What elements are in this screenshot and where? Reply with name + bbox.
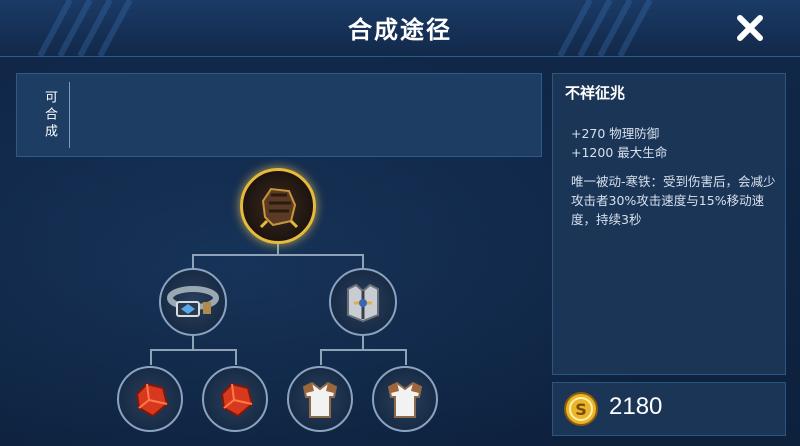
material-node[interactable] <box>287 366 353 432</box>
header-bar: 合成途径 <box>0 0 800 58</box>
stat-line: +270 物理防御 <box>571 126 660 141</box>
item-name: 不祥征兆 <box>565 84 626 102</box>
tree-connector <box>320 349 322 365</box>
item-passive: 唯一被动-寒铁：受到伤害后，会减少攻击者30%攻击速度与15%移动速度，持续3秒 <box>571 174 776 227</box>
component-node[interactable] <box>159 268 227 336</box>
item-main-node[interactable] <box>240 168 316 244</box>
belt-icon <box>167 286 219 317</box>
stat-line: +1200 最大生命 <box>571 145 668 160</box>
close-button[interactable] <box>730 8 770 48</box>
craftable-panel: 可合成 <box>16 73 542 157</box>
close-icon[interactable] <box>734 12 766 44</box>
page-title: 合成途径 <box>348 16 452 44</box>
svg-text:S: S <box>575 400 587 419</box>
cloth-armor-icon <box>302 381 338 418</box>
tree-connector <box>192 336 194 350</box>
tree-connector <box>235 349 237 365</box>
tree-connector <box>362 336 364 350</box>
red-crystal-icon <box>220 382 254 418</box>
tree-connector <box>150 349 152 365</box>
gold-coin-icon: S <box>564 392 598 426</box>
item-price: 2180 <box>609 393 663 420</box>
tree-connector <box>405 349 407 365</box>
recipe-tree <box>0 160 550 446</box>
red-crystal-icon <box>135 382 169 418</box>
fist-armor-icon <box>259 187 299 229</box>
item-stats: +270 物理防御 +1200 最大生命 <box>571 124 667 162</box>
item-description-panel: 不祥征兆 +270 物理防御 +1200 最大生命 唯一被动-寒铁：受到伤害后，… <box>552 73 786 375</box>
component-node[interactable] <box>329 268 397 336</box>
tree-connector <box>150 349 236 351</box>
cloth-armor-icon <box>387 381 423 418</box>
chest-armor-icon <box>347 283 379 323</box>
tree-connector <box>192 254 194 268</box>
material-node[interactable] <box>117 366 183 432</box>
craftable-label: 可合成 <box>29 82 70 148</box>
price-panel: S 2180 <box>552 382 786 436</box>
tree-connector <box>320 349 406 351</box>
material-node[interactable] <box>372 366 438 432</box>
tree-connector <box>362 254 364 268</box>
material-node[interactable] <box>202 366 268 432</box>
tree-connector <box>192 254 364 256</box>
